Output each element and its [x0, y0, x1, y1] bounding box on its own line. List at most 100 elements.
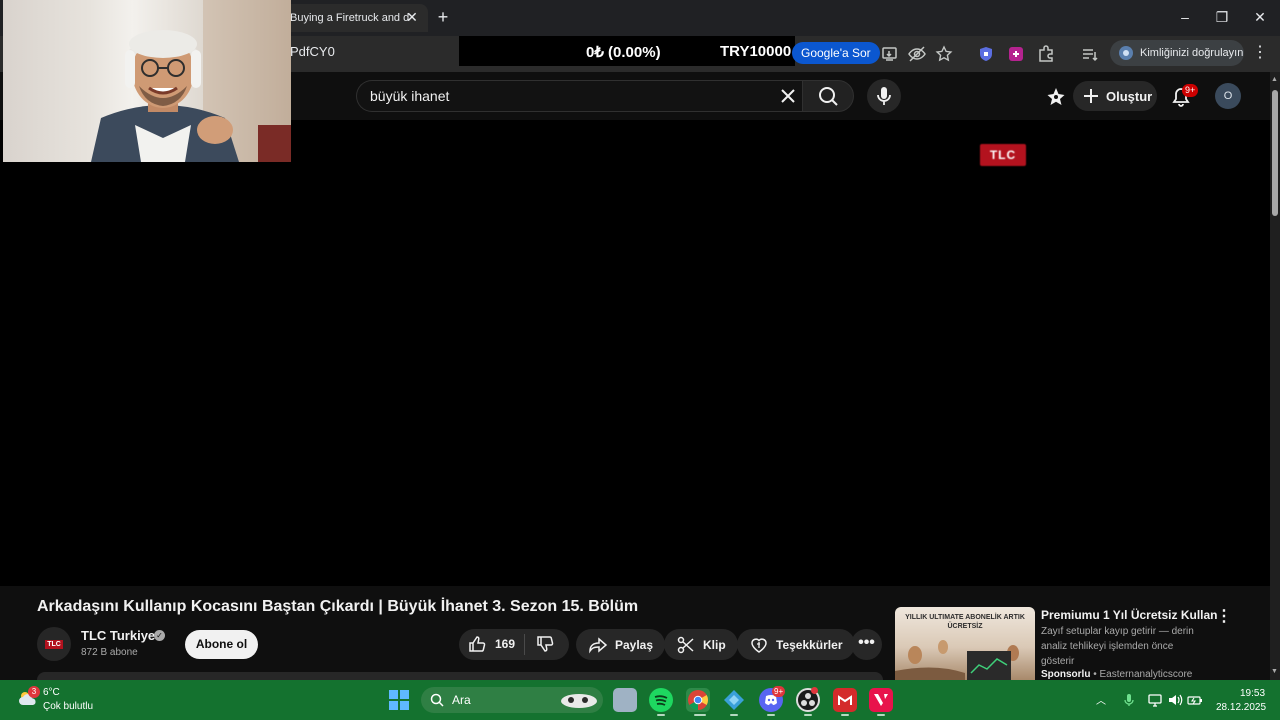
red-app-icon[interactable] — [833, 688, 857, 712]
taskbar-search-icon — [430, 693, 444, 707]
spotify-running-indicator — [657, 714, 665, 716]
more-actions-button[interactable]: ••• — [851, 629, 882, 660]
windows-taskbar — [0, 680, 1280, 720]
ad-menu-icon[interactable]: ⋮ — [1216, 608, 1232, 626]
ad-description: Zayıf setuplar kayıp getirir — derin ana… — [1041, 626, 1194, 667]
discord-badge: 9+ — [772, 686, 786, 697]
sponsored-label: Sponsorlu — [1041, 669, 1091, 680]
thumbs-up-icon — [467, 634, 487, 654]
account-avatar[interactable]: O — [1215, 83, 1241, 109]
subscribe-button[interactable]: Abone ol — [185, 630, 258, 659]
profile-button[interactable]: Kimliğinizi doğrulayın — [1110, 40, 1244, 66]
valorant-running-indicator — [877, 714, 885, 716]
install-app-icon[interactable] — [880, 44, 900, 64]
tab-title: Buying a Firetruck and d — [290, 12, 410, 24]
clock-time[interactable]: 19:53 — [1240, 688, 1265, 699]
chrome-active-indicator — [694, 714, 706, 716]
ad-thumbnail-text: YILLIK ULTIMATE ABONELİK ARTIK ÜCRETSİZ — [905, 614, 1025, 630]
restore-icon[interactable]: ❐ — [1207, 6, 1237, 28]
thanks-label: Teşekkürler — [776, 637, 843, 652]
search-input[interactable]: büyük ihanet — [356, 80, 802, 112]
search-highlight-icon — [559, 691, 599, 709]
like-button[interactable]: 169 — [467, 634, 515, 654]
profile-avatar-icon — [1118, 45, 1134, 61]
extension-puzzle-pink-icon[interactable] — [1006, 44, 1026, 64]
channel-avatar-text: TLC — [45, 639, 63, 649]
sponsor-separator: • — [1090, 669, 1100, 680]
clip-button[interactable]: Klip — [664, 629, 738, 660]
eye-off-icon[interactable] — [907, 44, 927, 64]
scrollbar-thumb[interactable] — [1272, 90, 1278, 216]
snipping-tool-icon[interactable] — [722, 688, 746, 712]
scroll-up-arrow-icon[interactable]: ▲ — [1271, 76, 1278, 83]
tab-close-icon[interactable]: ✕ — [404, 9, 420, 25]
windows-start-icon[interactable] — [389, 690, 409, 710]
volume-tray-icon[interactable] — [1167, 692, 1183, 708]
share-label: Paylaş — [615, 637, 654, 652]
video-player[interactable] — [0, 120, 1270, 586]
reading-list-icon[interactable] — [1080, 44, 1100, 64]
red-app-running-indicator — [841, 714, 849, 716]
share-button[interactable]: Paylaş — [576, 629, 666, 660]
weather-badge: 3 — [28, 686, 40, 698]
webcam-overlay — [3, 0, 291, 162]
like-count: 169 — [495, 637, 516, 651]
snipping-running-indicator — [730, 714, 738, 716]
super-thanks-icon — [749, 635, 769, 655]
clear-search-icon[interactable] — [778, 86, 798, 106]
scissors-icon — [676, 635, 696, 655]
chrome-icon[interactable] — [686, 688, 710, 712]
ad-thumbnail[interactable]: YILLIK ULTIMATE ABONELİK ARTIK ÜCRETSİZ — [895, 607, 1035, 680]
channel-avatar[interactable]: TLC — [37, 627, 71, 661]
new-tab-icon[interactable]: + — [432, 6, 454, 28]
window-close-icon[interactable]: ✕ — [1245, 6, 1275, 28]
search-button[interactable] — [802, 80, 854, 112]
minimize-icon[interactable]: – — [1170, 6, 1200, 28]
obs-running-indicator — [804, 714, 812, 716]
video-title: Arkadaşını Kullanıp Kocasını Baştan Çıka… — [37, 598, 639, 615]
thumbs-down-icon — [535, 634, 555, 654]
extension-shield-icon[interactable] — [976, 44, 996, 64]
webcam-person-image — [91, 0, 291, 162]
taskbar-search[interactable]: Ara — [421, 687, 603, 713]
microphone-icon — [877, 87, 891, 105]
weather-description[interactable]: Çok bulutlu — [43, 701, 93, 712]
share-arrow-icon — [588, 635, 608, 655]
subscriber-count: 872 B abone — [81, 647, 138, 658]
thanks-button[interactable]: Teşekkürler — [737, 629, 855, 660]
taskbar-search-label: Ara — [452, 693, 471, 707]
file-explorer-icon[interactable] — [613, 688, 637, 712]
create-label: Oluştur — [1106, 88, 1153, 104]
create-button[interactable]: Oluştur — [1073, 81, 1157, 111]
voice-search-button[interactable] — [867, 79, 901, 113]
browser-menu-icon[interactable]: ⋮ — [1252, 44, 1268, 62]
clock-date[interactable]: 28.12.2025 — [1216, 702, 1266, 713]
ad-sponsor-line: Sponsorlu • Easternanalyticscore — [1041, 669, 1192, 680]
valorant-icon[interactable] — [869, 688, 893, 712]
profile-label: Kimliğinizi doğrulayın — [1140, 47, 1244, 59]
ad-title[interactable]: Premiumu 1 Yıl Ücretsiz Kullan — [1041, 608, 1218, 622]
scroll-down-arrow-icon[interactable]: ▼ — [1271, 668, 1278, 675]
tray-chevron-up-icon[interactable]: ︿ — [1096, 692, 1106, 707]
premium-sparkle-icon[interactable] — [1045, 86, 1067, 108]
spotify-icon[interactable] — [649, 688, 673, 712]
description-box[interactable] — [37, 672, 883, 680]
verified-check-icon: ✓ — [154, 630, 165, 641]
weather-temperature[interactable]: 6°C — [43, 687, 60, 698]
address-bar[interactable]: PdfCY0 — [290, 44, 335, 59]
network-tray-icon[interactable] — [1147, 692, 1163, 708]
dislike-button[interactable] — [535, 634, 555, 654]
extensions-icon[interactable] — [1036, 44, 1056, 64]
clip-label: Klip — [703, 637, 726, 652]
plus-icon — [1082, 87, 1100, 105]
channel-watermark-logo: TLC — [980, 144, 1026, 166]
battery-tray-icon[interactable] — [1187, 692, 1203, 708]
obs-recording-dot — [811, 687, 818, 694]
bookmark-star-icon[interactable] — [934, 44, 954, 64]
google-sor-button[interactable]: Google'a Sor — [792, 42, 880, 64]
ticker-value: TRY10000 — [720, 43, 792, 60]
ticker-change: 0₺ (0.00%) — [586, 44, 661, 61]
channel-name[interactable]: TLC Turkiye — [81, 628, 155, 643]
microphone-tray-icon[interactable] — [1121, 692, 1137, 708]
notification-count-badge: 9+ — [1182, 84, 1199, 97]
